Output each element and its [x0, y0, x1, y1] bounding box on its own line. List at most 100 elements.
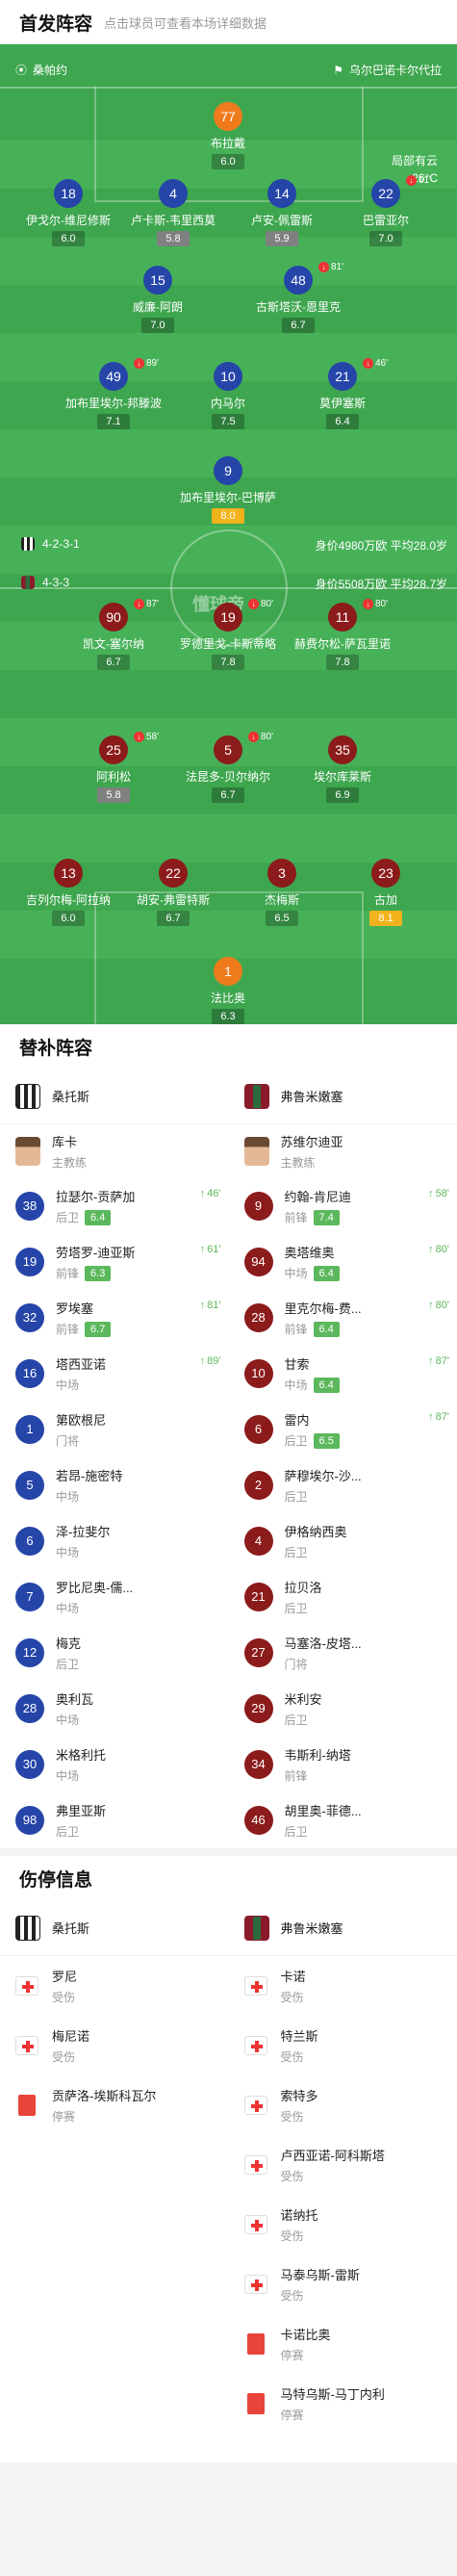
player-number: 7 [15, 1583, 44, 1611]
home-player-9[interactable]: 9 加布里埃尔-巴博萨 8.0 [175, 456, 281, 524]
home-player-15[interactable]: 15 威廉-阿朗 7.0 [105, 266, 211, 333]
home-sub-7[interactable]: 7 罗比尼奥-儒... 中场 [0, 1569, 229, 1625]
bench-home-team[interactable]: 桑托斯 [0, 1069, 229, 1123]
away-absence-item[interactable]: 马特乌斯-马丁内利 停赛 [229, 2374, 457, 2434]
player-number: 22 [371, 179, 400, 208]
away-player-19[interactable]: 19 ↓ 80' 罗德里戈-卡斯蒂略 7.8 [175, 599, 281, 670]
away-absence-item[interactable]: 马泰乌斯-雷斯 受伤 [229, 2254, 457, 2314]
player-name: 若昂-施密特 [56, 1469, 123, 1483]
home-player-22[interactable]: 22 ↓ 61' 巴雷亚尔 7.0 [333, 175, 439, 246]
home-player-10[interactable]: 10 内马尔 7.5 [175, 362, 281, 429]
away-sub-34[interactable]: 34 韦斯利-纳塔 前锋 [229, 1737, 457, 1792]
player-number: 12 [15, 1638, 44, 1667]
home-sub-12[interactable]: 12 梅克 后卫 [0, 1625, 229, 1681]
away-player-1[interactable]: 1 法比奥 6.3 [175, 957, 281, 1024]
player-rating: 6.0 [212, 154, 244, 169]
player-name: 梅克 [56, 1636, 82, 1651]
bench-away-team[interactable]: 弗鲁米嫩塞 [229, 1069, 457, 1123]
away-player-90[interactable]: 90 ↓ 87' 凯文-塞尔纳 6.7 [61, 599, 166, 670]
away-sub-4[interactable]: 4 伊格纳西奥 后卫 [229, 1513, 457, 1569]
sub-off-icon: ↓ [248, 599, 259, 609]
home-sub-98[interactable]: 98 弗里亚斯 后卫 [0, 1792, 229, 1848]
away-coach[interactable]: 苏维尔迪亚 主教练 [229, 1124, 457, 1178]
away-player-3[interactable]: 3 杰梅斯 6.5 [229, 859, 335, 926]
away-player-23[interactable]: 23 古加 8.1 [333, 859, 439, 926]
home-sub-16[interactable]: 16 塔西亚诺 中场 ↑ 89' [0, 1346, 229, 1402]
away-sub-10[interactable]: 10 甘索 中场 6.4 ↑ 87' [229, 1346, 457, 1402]
away-player-25[interactable]: 25 ↓ 58' 阿利松 5.8 [61, 732, 166, 803]
player-number: 1 [214, 957, 242, 986]
home-player-21[interactable]: 21 ↓ 46' 莫伊塞斯 6.4 [290, 358, 395, 429]
away-absence-item[interactable]: 卢西亚诺-阿科斯塔 受伤 [229, 2135, 457, 2195]
home-coach[interactable]: 库卡 主教练 [0, 1124, 229, 1178]
home-player-18[interactable]: 18 伊戈尔-维尼修斯 6.0 [15, 179, 121, 246]
player-number: 1 [15, 1415, 44, 1444]
player-position: 后卫 [56, 1211, 80, 1224]
away-sub-46[interactable]: 46 胡里奥-菲德... 后卫 [229, 1792, 457, 1848]
sub-event: ↓ 87' [134, 599, 159, 609]
injury-away-team[interactable]: 弗鲁米嫩塞 [229, 1900, 457, 1955]
away-sub-2[interactable]: 2 萨穆埃尔-沙... 后卫 [229, 1457, 457, 1513]
away-player-13[interactable]: 13 吉列尔梅-阿拉纳 6.0 [15, 859, 121, 926]
home-absence-item[interactable]: 梅尼诺 受伤 [0, 2016, 229, 2075]
injury-block: 桑托斯 弗鲁米嫩塞 罗尼 受伤 梅尼诺 受伤 贡萨洛-埃斯科瓦尔 停赛 卡诺 受伤 特兰斯 受伤… [0, 1900, 457, 2462]
away-absence-item[interactable]: 卡诺 受伤 [229, 1956, 457, 2016]
away-player-11[interactable]: 11 ↓ 80' 赫费尔松-萨瓦里诺 7.8 [290, 599, 395, 670]
player-number: 18 [54, 179, 83, 208]
away-player-22[interactable]: 22 胡安-弗雷特斯 6.7 [120, 859, 226, 926]
injury-header: 伤停信息 [0, 1856, 457, 1900]
away-sub-94[interactable]: 94 奥塔维奥 中场 6.4 ↑ 80' [229, 1234, 457, 1290]
player-number: 98 [15, 1806, 44, 1835]
player-rating: 7.1 [97, 414, 130, 429]
player-number: 32 [15, 1303, 44, 1332]
away-value-age: 身价5508万欧 平均28.7岁 [315, 578, 447, 591]
bench-row: 16 塔西亚诺 中场 ↑ 89' 10 甘索 中场 6.4 ↑ 87' [0, 1346, 457, 1402]
player-rating: 6.4 [313, 1377, 340, 1393]
player-name: 弗里亚斯 [56, 1804, 107, 1818]
player-rating: 7.4 [313, 1209, 340, 1225]
away-player-35[interactable]: 35 埃尔库莱斯 6.9 [290, 735, 395, 803]
away-sub-9[interactable]: 9 约翰-肯尼迪 前锋 7.4 ↑ 58' [229, 1178, 457, 1234]
home-player-77[interactable]: 77 布拉戴 6.0 [175, 102, 281, 169]
sub-on-event: ↑ 61' [199, 1244, 221, 1255]
player-position: 后卫 [284, 1825, 308, 1839]
away-absence-item[interactable]: 诺纳托 受伤 [229, 2195, 457, 2254]
home-player-48[interactable]: 48 ↓ 81' 古斯塔沃-恩里克 6.7 [245, 262, 351, 333]
player-position: 前锋 [56, 1323, 80, 1336]
home-sub-38[interactable]: 38 拉瑟尔-贡萨加 后卫 6.4 ↑ 46' [0, 1178, 229, 1234]
injury-home-team[interactable]: 桑托斯 [0, 1900, 229, 1955]
away-sub-27[interactable]: 27 马塞洛-皮塔... 门将 [229, 1625, 457, 1681]
away-absence-item[interactable]: 特兰斯 受伤 [229, 2016, 457, 2075]
home-sub-32[interactable]: 32 罗埃塞 前锋 6.7 ↑ 81' [0, 1290, 229, 1346]
player-name: 米格利托 [56, 1748, 107, 1763]
player-rating: 6.7 [212, 787, 244, 803]
player-name: 甘索 [284, 1357, 310, 1372]
home-player-4[interactable]: 4 卢卡斯-韦里西莫 5.8 [120, 179, 226, 246]
bench-title: 替补阵容 [19, 1038, 93, 1059]
away-sub-6[interactable]: 6 雷内 后卫 6.5 ↑ 87' [229, 1402, 457, 1457]
home-sub-6[interactable]: 6 泽-拉斐尔 中场 [0, 1513, 229, 1569]
home-sub-30[interactable]: 30 米格利托 中场 [0, 1737, 229, 1792]
home-player-49[interactable]: 49 ↓ 89' 加布里埃尔-邦滕波 7.1 [61, 358, 166, 429]
away-sub-28[interactable]: 28 里克尔梅-费... 前锋 6.4 ↑ 80' [229, 1290, 457, 1346]
home-sub-5[interactable]: 5 若昂-施密特 中场 [0, 1457, 229, 1513]
player-number: 28 [243, 1303, 273, 1332]
away-sub-21[interactable]: 21 拉贝洛 后卫 [229, 1569, 457, 1625]
home-sub-28[interactable]: 28 奥利瓦 中场 [0, 1681, 229, 1737]
home-absence-item[interactable]: 罗尼 受伤 [0, 1956, 229, 2016]
player-name: 约翰-肯尼迪 [284, 1190, 351, 1204]
player-name: 杰梅斯 [264, 893, 299, 907]
home-absence-item[interactable]: 贡萨洛-埃斯科瓦尔 停赛 [0, 2075, 229, 2135]
flag-icon: ⚑ [333, 63, 343, 77]
home-sub-19[interactable]: 19 劳塔罗-迪亚斯 前锋 6.3 ↑ 61' [0, 1234, 229, 1290]
home-player-14[interactable]: 14 卢安-佩雷斯 5.9 [229, 179, 335, 246]
away-absence-item[interactable]: 卡诺比奥 停赛 [229, 2314, 457, 2374]
home-stadium: ⦿ 桑帕约 [15, 64, 68, 77]
away-player-5[interactable]: 5 ↓ 80' 法昆多-贝尔纳尔 6.7 [175, 732, 281, 803]
away-absence-item[interactable]: 索特多 受伤 [229, 2075, 457, 2135]
home-sub-1[interactable]: 1 第欧根尼 门将 [0, 1402, 229, 1457]
player-name: 泽-拉斐尔 [56, 1525, 111, 1539]
away-sub-29[interactable]: 29 米利安 后卫 [229, 1681, 457, 1737]
player-number: 13 [54, 859, 83, 888]
player-name: 拉贝洛 [284, 1581, 322, 1595]
